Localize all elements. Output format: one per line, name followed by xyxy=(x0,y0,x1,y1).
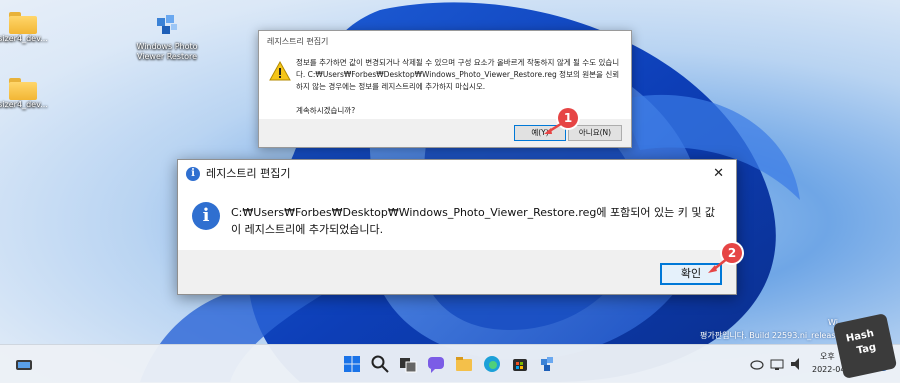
warning-icon xyxy=(269,61,291,81)
clock-time[interactable]: 오후 xyxy=(820,351,835,362)
hashtag-logo: Hash Tag xyxy=(832,312,898,380)
start-icon[interactable] xyxy=(342,354,362,374)
desktop-icon-label: sizer4_dev... xyxy=(0,100,48,109)
result-message: C:₩Users₩Forbes₩Desktop₩Windows_Photo_Vi… xyxy=(231,204,721,238)
desktop-folder-1[interactable]: sizer4_dev... xyxy=(0,12,58,44)
result-message-line2: 이 레지스트리에 추가되었습니다. xyxy=(231,223,384,236)
widgets-icon[interactable] xyxy=(14,354,34,374)
desktop-reg-file[interactable]: Windows Photo Viewer Restore xyxy=(135,12,199,62)
store-icon[interactable] xyxy=(510,354,530,374)
desktop-folder-2[interactable]: sizer4_dev... xyxy=(0,78,58,110)
result-dialog-body: i C:₩Users₩Forbes₩Desktop₩Windows_Photo_… xyxy=(178,188,736,250)
registry-file-icon xyxy=(157,15,177,34)
pointer-arrow-1 xyxy=(544,120,565,134)
taskbar: 오후 2022-04-19 1 xyxy=(0,344,900,383)
confirm-dialog: 레지스트리 편집기 정보를 추가하면 값이 변경되거나 삭제될 수 있으며 구성… xyxy=(258,30,632,148)
result-dialog: i 레지스트리 편집기 ✕ i C:₩Users₩Forbes₩Desktop₩… xyxy=(177,159,737,295)
regedit-icon[interactable] xyxy=(538,354,558,374)
task-view-icon[interactable] xyxy=(398,354,418,374)
result-message-line1: C:₩Users₩Forbes₩Desktop₩Windows_Photo_Vi… xyxy=(231,206,716,219)
chat-icon[interactable] xyxy=(426,354,446,374)
confirm-dialog-title: 레지스트리 편집기 xyxy=(259,31,631,53)
logo-text-2: Tag xyxy=(855,341,878,357)
volume-icon[interactable] xyxy=(790,357,804,371)
folder-icon xyxy=(9,78,37,100)
info-icon: i xyxy=(186,167,200,181)
no-button[interactable]: 아니요(N) xyxy=(568,125,622,141)
network-icon[interactable] xyxy=(770,357,784,371)
pointer-arrow-2 xyxy=(708,257,729,273)
desktop-icon-label: Windows Photo Viewer Restore xyxy=(136,42,198,61)
file-explorer-icon[interactable] xyxy=(454,354,474,374)
search-icon[interactable] xyxy=(370,354,390,374)
result-dialog-titlebar: i 레지스트리 편집기 ✕ xyxy=(178,160,736,188)
folder-icon xyxy=(9,12,37,34)
info-large-icon: i xyxy=(192,202,220,230)
confirm-question: 계속하시겠습니까? xyxy=(296,106,356,115)
desktop-icon-label: sizer4_dev... xyxy=(0,34,48,43)
result-dialog-title: 레지스트리 편집기 xyxy=(206,167,291,180)
close-icon[interactable]: ✕ xyxy=(713,160,724,188)
edge-icon[interactable] xyxy=(482,354,502,374)
result-button-row: 확인 xyxy=(178,250,736,294)
cloud-icon[interactable] xyxy=(750,357,764,371)
eval-watermark: 평가판입니다. Build 22593.ni_release... xyxy=(700,331,848,340)
confirm-message: 정보를 추가하면 값이 변경되거나 삭제될 수 있으며 구성 요소가 올바르게 … xyxy=(296,58,620,91)
